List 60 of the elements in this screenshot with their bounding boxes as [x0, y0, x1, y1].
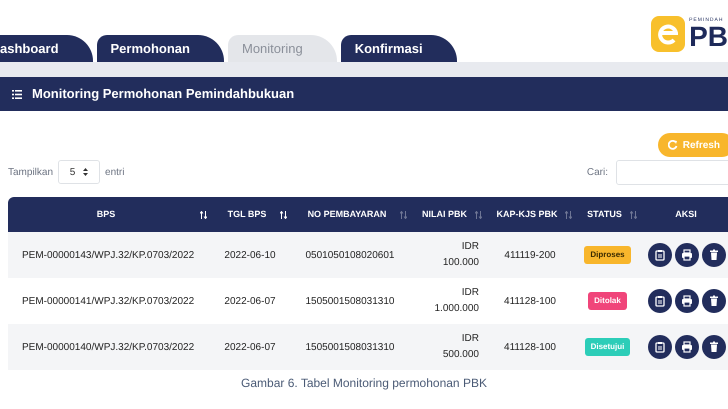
spinner-icon: [83, 168, 88, 176]
trash-button[interactable]: [702, 289, 726, 313]
column-header[interactable]: NO PEMBAYARAN: [308, 208, 392, 222]
sort-icon[interactable]: [200, 211, 207, 219]
table-cell-text: 411128-100: [504, 294, 556, 308]
table-cell-text: PEM-00000141/WPJ.32/KP.0703/2022: [22, 294, 194, 308]
printer-button[interactable]: [675, 243, 699, 267]
length-label: Tampilkan: [8, 166, 54, 180]
table-cell-text: 2022-06-10: [224, 248, 276, 262]
clipboard-icon: [654, 341, 666, 353]
status-badge: Ditolak: [588, 292, 627, 310]
nav-tab[interactable]: Permohonan: [96, 35, 224, 62]
clipboard-button[interactable]: [648, 289, 672, 313]
table-cell-text: 1505001508031310: [306, 294, 394, 308]
column-header[interactable]: STATUS: [587, 208, 628, 222]
printer-icon: [681, 249, 693, 261]
table-cell-text: PEM-00000140/WPJ.32/KP.0703/2022: [22, 340, 194, 354]
printer-button[interactable]: [675, 289, 699, 313]
clipboard-button[interactable]: [648, 335, 672, 359]
trash-button[interactable]: [702, 243, 726, 267]
clipboard-button[interactable]: [648, 243, 672, 267]
clipboard-icon: [654, 249, 666, 261]
nav-tab[interactable]: ashboard: [0, 35, 93, 62]
status-badge: Diproses: [584, 246, 631, 264]
panel-title: Monitoring Permohonan Pemindahbukuan: [32, 85, 294, 104]
trash-icon: [708, 249, 720, 261]
table-cell-text: 1505001508031310: [306, 340, 394, 354]
logo-icon: [651, 16, 686, 52]
table-cell-text: IDR 1.000.000: [434, 286, 479, 316]
list-icon: [12, 90, 22, 98]
column-header[interactable]: AKSI: [675, 208, 703, 222]
column-header[interactable]: KAP-KJS PBK: [496, 208, 564, 222]
table-cell-text: 411128-100: [504, 340, 556, 354]
table-cell-text: IDR 100.000: [442, 240, 479, 270]
search-field[interactable]: [616, 160, 728, 184]
refresh-icon: [668, 140, 678, 150]
table-cell-text: 0501050108020601: [306, 248, 394, 262]
length-label: entri: [105, 166, 124, 180]
column-header[interactable]: TGL BPS: [228, 208, 272, 222]
column-header[interactable]: NILAI PBK: [422, 208, 473, 222]
clipboard-icon: [654, 295, 666, 307]
entries-select[interactable]: 5: [58, 160, 100, 184]
printer-icon: [681, 341, 693, 353]
table-cell-text: PEM-00000143/WPJ.32/KP.0703/2022: [22, 248, 194, 262]
printer-button[interactable]: [675, 335, 699, 359]
table-cell-text: 411119-200: [504, 248, 556, 262]
nav-tab[interactable]: Konfirmasi: [340, 35, 457, 62]
trash-button[interactable]: [702, 335, 726, 359]
table-cell-text: 2022-06-07: [224, 294, 276, 308]
column-header[interactable]: BPS: [96, 208, 122, 222]
trash-icon: [708, 295, 720, 307]
trash-icon: [708, 341, 720, 353]
table-cell-text: 2022-06-07: [224, 340, 276, 354]
logo-text: PB: [689, 22, 728, 50]
table-cell-text: IDR 500.000: [442, 332, 479, 362]
search-label: Cari:: [586, 166, 608, 180]
printer-icon: [681, 295, 693, 307]
sort-icon[interactable]: [280, 211, 287, 219]
status-badge: Disetujui: [584, 338, 630, 356]
figure-caption: Gambar 6. Tabel Monitoring permohonan PBK: [241, 375, 487, 392]
